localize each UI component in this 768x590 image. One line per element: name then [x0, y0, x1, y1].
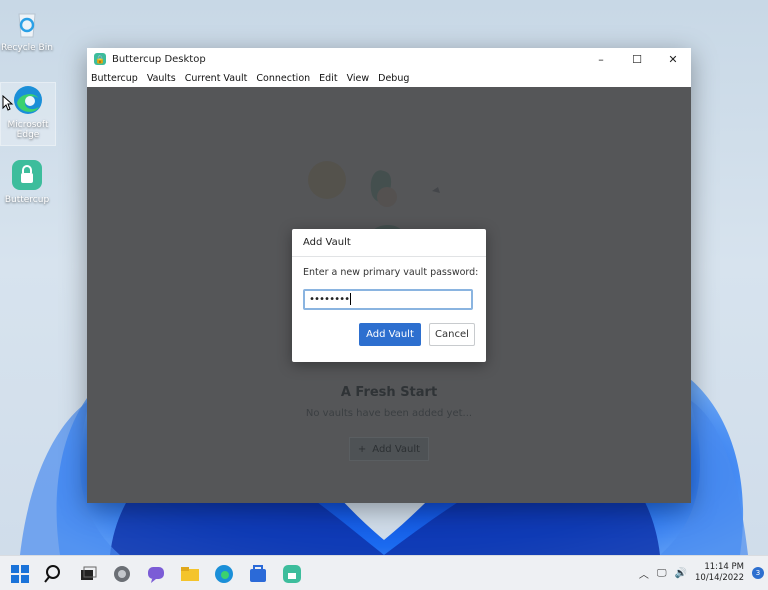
mouse-cursor-icon [2, 94, 14, 115]
cancel-button[interactable]: Cancel [429, 323, 475, 346]
dialog-title: Add Vault [292, 229, 486, 257]
menu-view[interactable]: View [347, 73, 375, 84]
task-view-icon[interactable] [78, 564, 98, 584]
windows-start-icon[interactable] [10, 564, 30, 584]
buttercup-app-icon: 🔒 [94, 53, 106, 65]
network-icon[interactable]: 🖵 [657, 568, 667, 579]
menu-debug[interactable]: Debug [378, 73, 414, 84]
text-caret [350, 293, 352, 305]
taskbar: ︿ 🖵 🔊 11:14 PM 10/14/2022 3 [0, 555, 768, 590]
window-title: Buttercup Desktop [112, 53, 206, 65]
add-vault-confirm-button[interactable]: Add Vault [359, 323, 421, 346]
notification-badge[interactable]: 3 [752, 567, 764, 579]
add-vault-button-label: Add Vault [372, 443, 421, 455]
menu-edit[interactable]: Edit [319, 73, 342, 84]
fresh-start-heading: A Fresh Start [340, 385, 438, 400]
window-titlebar[interactable]: 🔒 Buttercup Desktop – ☐ ✕ [87, 48, 691, 70]
desktop-icon-label: Recycle Bin [1, 43, 53, 53]
buttercup-icon [10, 158, 44, 192]
add-vault-button[interactable]: + Add Vault [349, 437, 429, 461]
minimize-button[interactable]: – [583, 48, 619, 70]
desktop-icon-label: Buttercup [4, 195, 50, 205]
password-label: Enter a new primary vault password: [303, 267, 479, 278]
chevron-up-icon[interactable]: ︿ [639, 566, 649, 581]
close-button[interactable]: ✕ [655, 48, 691, 70]
menu-vaults[interactable]: Vaults [147, 73, 181, 84]
desktop-icon-buttercup[interactable]: Buttercup [0, 158, 54, 205]
buttercup-taskbar-icon[interactable] [282, 564, 302, 584]
menu-buttercup[interactable]: Buttercup [91, 73, 143, 84]
desktop-icon-recycle-bin[interactable]: Recycle Bin [0, 6, 54, 53]
plus-icon: + [357, 443, 367, 455]
password-input[interactable]: •••••••• [303, 289, 473, 310]
edge-icon [11, 83, 45, 117]
menu-connection[interactable]: Connection [256, 73, 315, 84]
widgets-icon[interactable] [112, 564, 132, 584]
clock[interactable]: 11:14 PM 10/14/2022 [695, 562, 744, 584]
volume-icon[interactable]: 🔊 [675, 568, 687, 579]
add-vault-dialog: Add Vault Enter a new primary vault pass… [292, 229, 486, 362]
menu-bar: Buttercup Vaults Current Vault Connectio… [87, 70, 691, 87]
chat-icon[interactable] [146, 564, 166, 584]
menu-current-vault[interactable]: Current Vault [185, 73, 253, 84]
file-explorer-icon[interactable] [180, 564, 200, 584]
password-value: •••••••• [309, 294, 350, 305]
maximize-button[interactable]: ☐ [619, 48, 655, 70]
recycle-bin-icon [10, 6, 44, 40]
clock-time: 11:14 PM [704, 562, 744, 572]
edge-taskbar-icon[interactable] [214, 564, 234, 584]
desktop-icon-label: Microsoft Edge [7, 120, 49, 140]
clock-date: 10/14/2022 [695, 573, 744, 583]
fresh-start-subtext: No vaults have been added yet... [305, 408, 473, 419]
search-icon[interactable] [44, 564, 64, 584]
system-tray: ︿ 🖵 🔊 11:14 PM 10/14/2022 3 [639, 556, 768, 590]
store-icon[interactable] [248, 564, 268, 584]
